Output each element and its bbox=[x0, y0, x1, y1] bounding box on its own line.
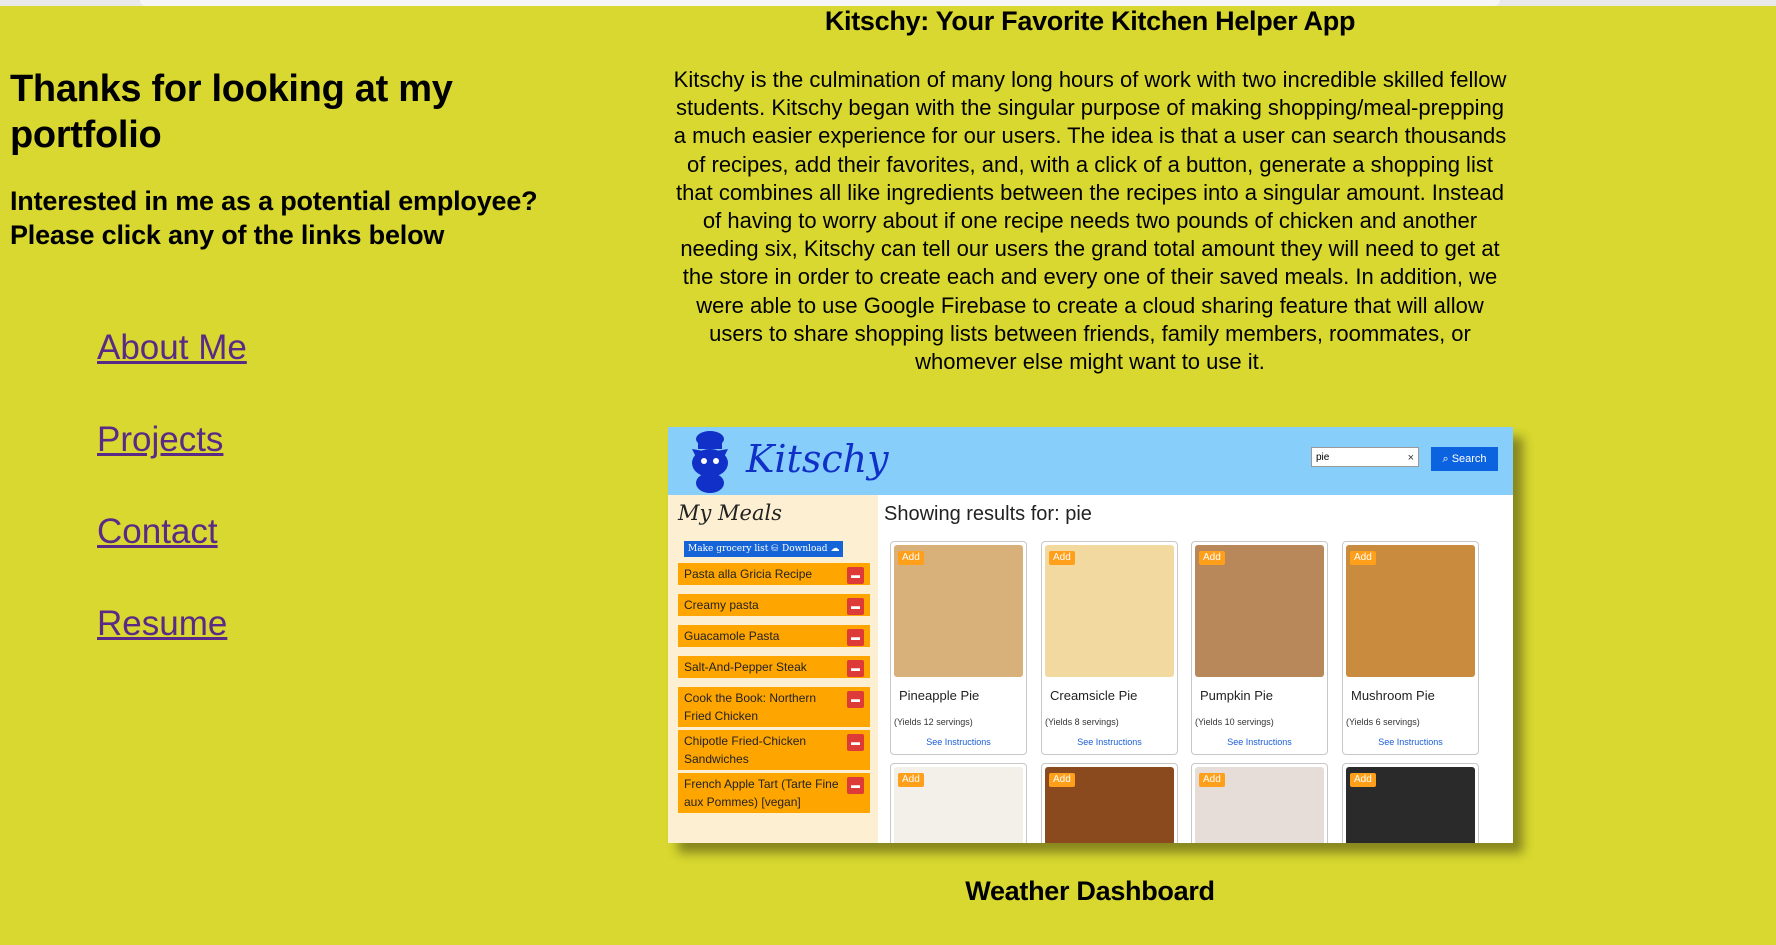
recipe-name: Creamsicle Pie bbox=[1050, 688, 1138, 703]
projects-link[interactable]: Projects bbox=[97, 420, 247, 460]
delete-icon[interactable]: ▬ bbox=[847, 567, 864, 584]
meal-item[interactable]: Creamy pasta ▬ bbox=[678, 594, 870, 616]
see-instructions-link[interactable]: See Instructions bbox=[891, 737, 1026, 747]
resume-link[interactable]: Resume bbox=[97, 604, 247, 644]
intro-panel: Thanks for looking at my portfolio Inter… bbox=[10, 66, 590, 252]
meal-name: Pasta alla Gricia Recipe bbox=[684, 567, 813, 581]
recipe-search-input[interactable]: pie × bbox=[1311, 447, 1419, 467]
my-meals-sidebar: My Meals Make grocery list ⛁ Download ☁ … bbox=[668, 495, 878, 843]
add-recipe-button[interactable]: Add bbox=[1199, 773, 1225, 787]
add-recipe-button[interactable]: Add bbox=[898, 551, 924, 565]
make-grocery-list-button[interactable]: Make grocery list ⛁ bbox=[684, 541, 783, 557]
download-button[interactable]: Download ☁ bbox=[778, 541, 844, 557]
recipe-yield: (Yields 10 servings) bbox=[1195, 717, 1274, 727]
search-icon: ⌕ bbox=[1442, 453, 1449, 465]
add-recipe-button[interactable]: Add bbox=[1199, 551, 1225, 565]
meal-item[interactable]: Chipotle Fried-Chicken Sandwiches ▬ bbox=[678, 730, 870, 770]
project-title: Kitschy: Your Favorite Kitchen Helper Ap… bbox=[824, 6, 1356, 36]
my-meals-title: My Meals bbox=[678, 501, 782, 525]
portfolio-nav: About Me Projects Contact Resume bbox=[97, 328, 247, 696]
app-logo-text: Kitschy bbox=[746, 437, 889, 481]
project-description: Kitschy is the culmination of many long … bbox=[673, 67, 1507, 375]
recipe-name: Pumpkin Pie bbox=[1200, 688, 1273, 703]
delete-icon[interactable]: ▬ bbox=[847, 660, 864, 677]
recipe-card[interactable]: Add bbox=[1041, 763, 1178, 843]
recipe-name: Mushroom Pie bbox=[1351, 688, 1435, 703]
add-recipe-button[interactable]: Add bbox=[1049, 773, 1075, 787]
see-instructions-link[interactable]: See Instructions bbox=[1192, 737, 1327, 747]
meal-item[interactable]: Pasta alla Gricia Recipe ▬ bbox=[678, 563, 870, 585]
recipe-card[interactable]: Add Pumpkin Pie (Yields 10 servings) See… bbox=[1191, 541, 1328, 755]
meal-item[interactable]: French Apple Tart (Tarte Fine aux Pommes… bbox=[678, 773, 870, 813]
delete-icon[interactable]: ▬ bbox=[847, 598, 864, 615]
delete-icon[interactable]: ▬ bbox=[847, 734, 864, 751]
contact-link[interactable]: Contact bbox=[97, 512, 247, 552]
meal-name: Cook the Book: Northern Fried Chicken bbox=[684, 691, 817, 723]
recipe-yield: (Yields 6 servings) bbox=[1346, 717, 1420, 727]
add-recipe-button[interactable]: Add bbox=[1350, 551, 1376, 565]
see-instructions-link[interactable]: See Instructions bbox=[1343, 737, 1478, 747]
recipe-yield: (Yields 8 servings) bbox=[1045, 717, 1119, 727]
meal-item[interactable]: Guacamole Pasta ▬ bbox=[678, 625, 870, 647]
employer-prompt: Interested in me as a potential employee… bbox=[10, 186, 538, 250]
meal-item[interactable]: Cook the Book: Northern Fried Chicken ▬ bbox=[678, 687, 870, 727]
search-button[interactable]: ⌕ Search bbox=[1431, 447, 1498, 471]
recipe-card[interactable]: Add bbox=[1342, 763, 1479, 843]
recipe-card[interactable]: Add Creamsicle Pie (Yields 8 servings) S… bbox=[1041, 541, 1178, 755]
recipe-card[interactable]: Add Mushroom Pie (Yields 6 servings) See… bbox=[1342, 541, 1479, 755]
see-instructions-link[interactable]: See Instructions bbox=[1042, 737, 1177, 747]
delete-icon[interactable]: ▬ bbox=[847, 777, 864, 794]
chef-cat-logo-icon bbox=[692, 431, 728, 493]
kitschy-screenshot[interactable]: Kitschy pie × ⌕ Search My Meals Make gro… bbox=[668, 427, 1513, 843]
add-recipe-button[interactable]: Add bbox=[1350, 773, 1376, 787]
clear-search-icon[interactable]: × bbox=[1408, 448, 1414, 468]
meal-name: Guacamole Pasta bbox=[684, 629, 780, 643]
delete-icon[interactable]: ▬ bbox=[847, 691, 864, 708]
meal-name: Chipotle Fried-Chicken Sandwiches bbox=[684, 734, 807, 766]
next-project-title: Weather Dashboard bbox=[965, 876, 1215, 906]
meal-name: French Apple Tart (Tarte Fine aux Pommes… bbox=[684, 777, 839, 809]
recipe-name: Pineapple Pie bbox=[899, 688, 980, 703]
recipe-card[interactable]: Add Pineapple Pie (Yields 12 servings) S… bbox=[890, 541, 1027, 755]
add-recipe-button[interactable]: Add bbox=[1049, 551, 1075, 565]
meal-item[interactable]: Salt-And-Pepper Steak ▬ bbox=[678, 656, 870, 678]
cloud-download-icon: ☁ bbox=[830, 544, 840, 554]
recipe-yield: (Yields 12 servings) bbox=[894, 717, 973, 727]
recipe-card[interactable]: Add bbox=[1191, 763, 1328, 843]
search-value: pie bbox=[1316, 452, 1330, 463]
about-me-link[interactable]: About Me bbox=[97, 328, 247, 368]
meal-name: Salt-And-Pepper Steak bbox=[684, 660, 807, 674]
results-heading: Showing results for: pie bbox=[884, 503, 1092, 525]
recipe-card[interactable]: Add bbox=[890, 763, 1027, 843]
add-recipe-button[interactable]: Add bbox=[898, 773, 924, 787]
download-button-label: Download bbox=[782, 544, 828, 554]
portfolio-heading: Thanks for looking at my portfolio bbox=[10, 68, 453, 156]
delete-icon[interactable]: ▬ bbox=[847, 629, 864, 646]
search-button-label: Search bbox=[1451, 453, 1487, 465]
meal-name: Creamy pasta bbox=[684, 598, 759, 612]
grocery-button-label: Make grocery list bbox=[688, 544, 769, 554]
app-header: Kitschy pie × ⌕ Search bbox=[668, 427, 1513, 495]
